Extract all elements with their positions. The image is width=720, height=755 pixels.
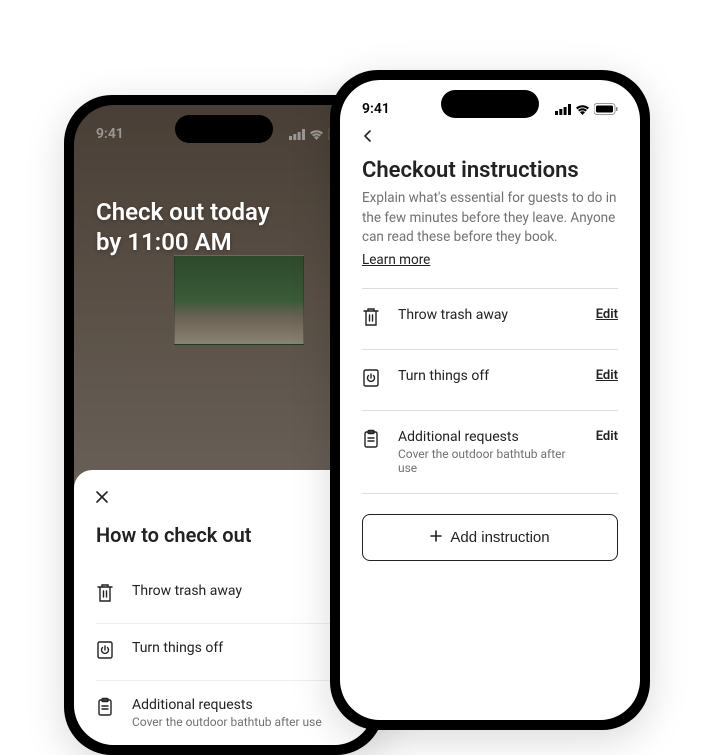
trash-icon [96,583,116,607]
edit-button[interactable]: Edit [596,429,618,444]
clipboard-icon [362,429,382,453]
checkout-hero: Check out today by 11:00 AM [96,197,352,257]
sheet-title: How to check out [96,523,352,547]
item-subtext: Cover the outdoor bathtub after use [398,447,580,475]
item-label: Turn things off [398,368,580,384]
list-item: Turn things off [96,624,352,681]
item-label: Additional requests [398,429,580,445]
list-item: Throw trash away [96,567,352,624]
page-title: Checkout instructions [362,158,618,183]
item-label: Throw trash away [132,583,352,599]
item-label: Turn things off [132,640,352,656]
instruction-row-power: Turn things off Edit [362,350,618,411]
dynamic-island [441,90,539,118]
edit-button[interactable]: Edit [596,368,618,383]
learn-more-link[interactable]: Learn more [362,252,430,268]
power-icon [362,368,382,392]
hero-line-2: by 11:00 AM [96,227,352,257]
item-label: Throw trash away [398,307,580,323]
back-button[interactable] [362,130,618,146]
plus-icon [430,529,442,546]
phone-host: 9:41 Checkout instructions Explain what'… [330,70,650,730]
screen-host: 9:41 Checkout instructions Explain what'… [340,80,640,720]
trash-icon [362,307,382,331]
how-to-checkout-sheet: How to check out Throw trash away Turn t… [74,470,374,745]
dynamic-island [175,115,273,143]
edit-button[interactable]: Edit [596,307,618,322]
hero-image-window [174,255,304,345]
screen-guest: 9:41 Check out today by 11:00 AM How [74,105,374,745]
status-icons [555,103,618,115]
close-button[interactable] [96,488,352,507]
status-time: 9:41 [362,101,390,117]
instruction-row-additional: Additional requests Cover the outdoor ba… [362,411,618,494]
signal-icon [555,104,571,115]
add-instruction-label: Add instruction [450,529,549,546]
clipboard-icon [96,697,116,721]
instruction-row-trash: Throw trash away Edit [362,289,618,350]
wifi-icon [575,104,590,115]
page-description: Explain what's essential for guests to d… [362,189,618,248]
list-item: Additional requests Cover the outdoor ba… [96,681,352,745]
item-subtext: Cover the outdoor bathtub after use [132,715,352,729]
hero-line-1: Check out today [96,197,352,227]
power-icon [96,640,116,664]
battery-icon [594,103,618,115]
item-label: Additional requests [132,697,352,713]
add-instruction-button[interactable]: Add instruction [362,514,618,561]
